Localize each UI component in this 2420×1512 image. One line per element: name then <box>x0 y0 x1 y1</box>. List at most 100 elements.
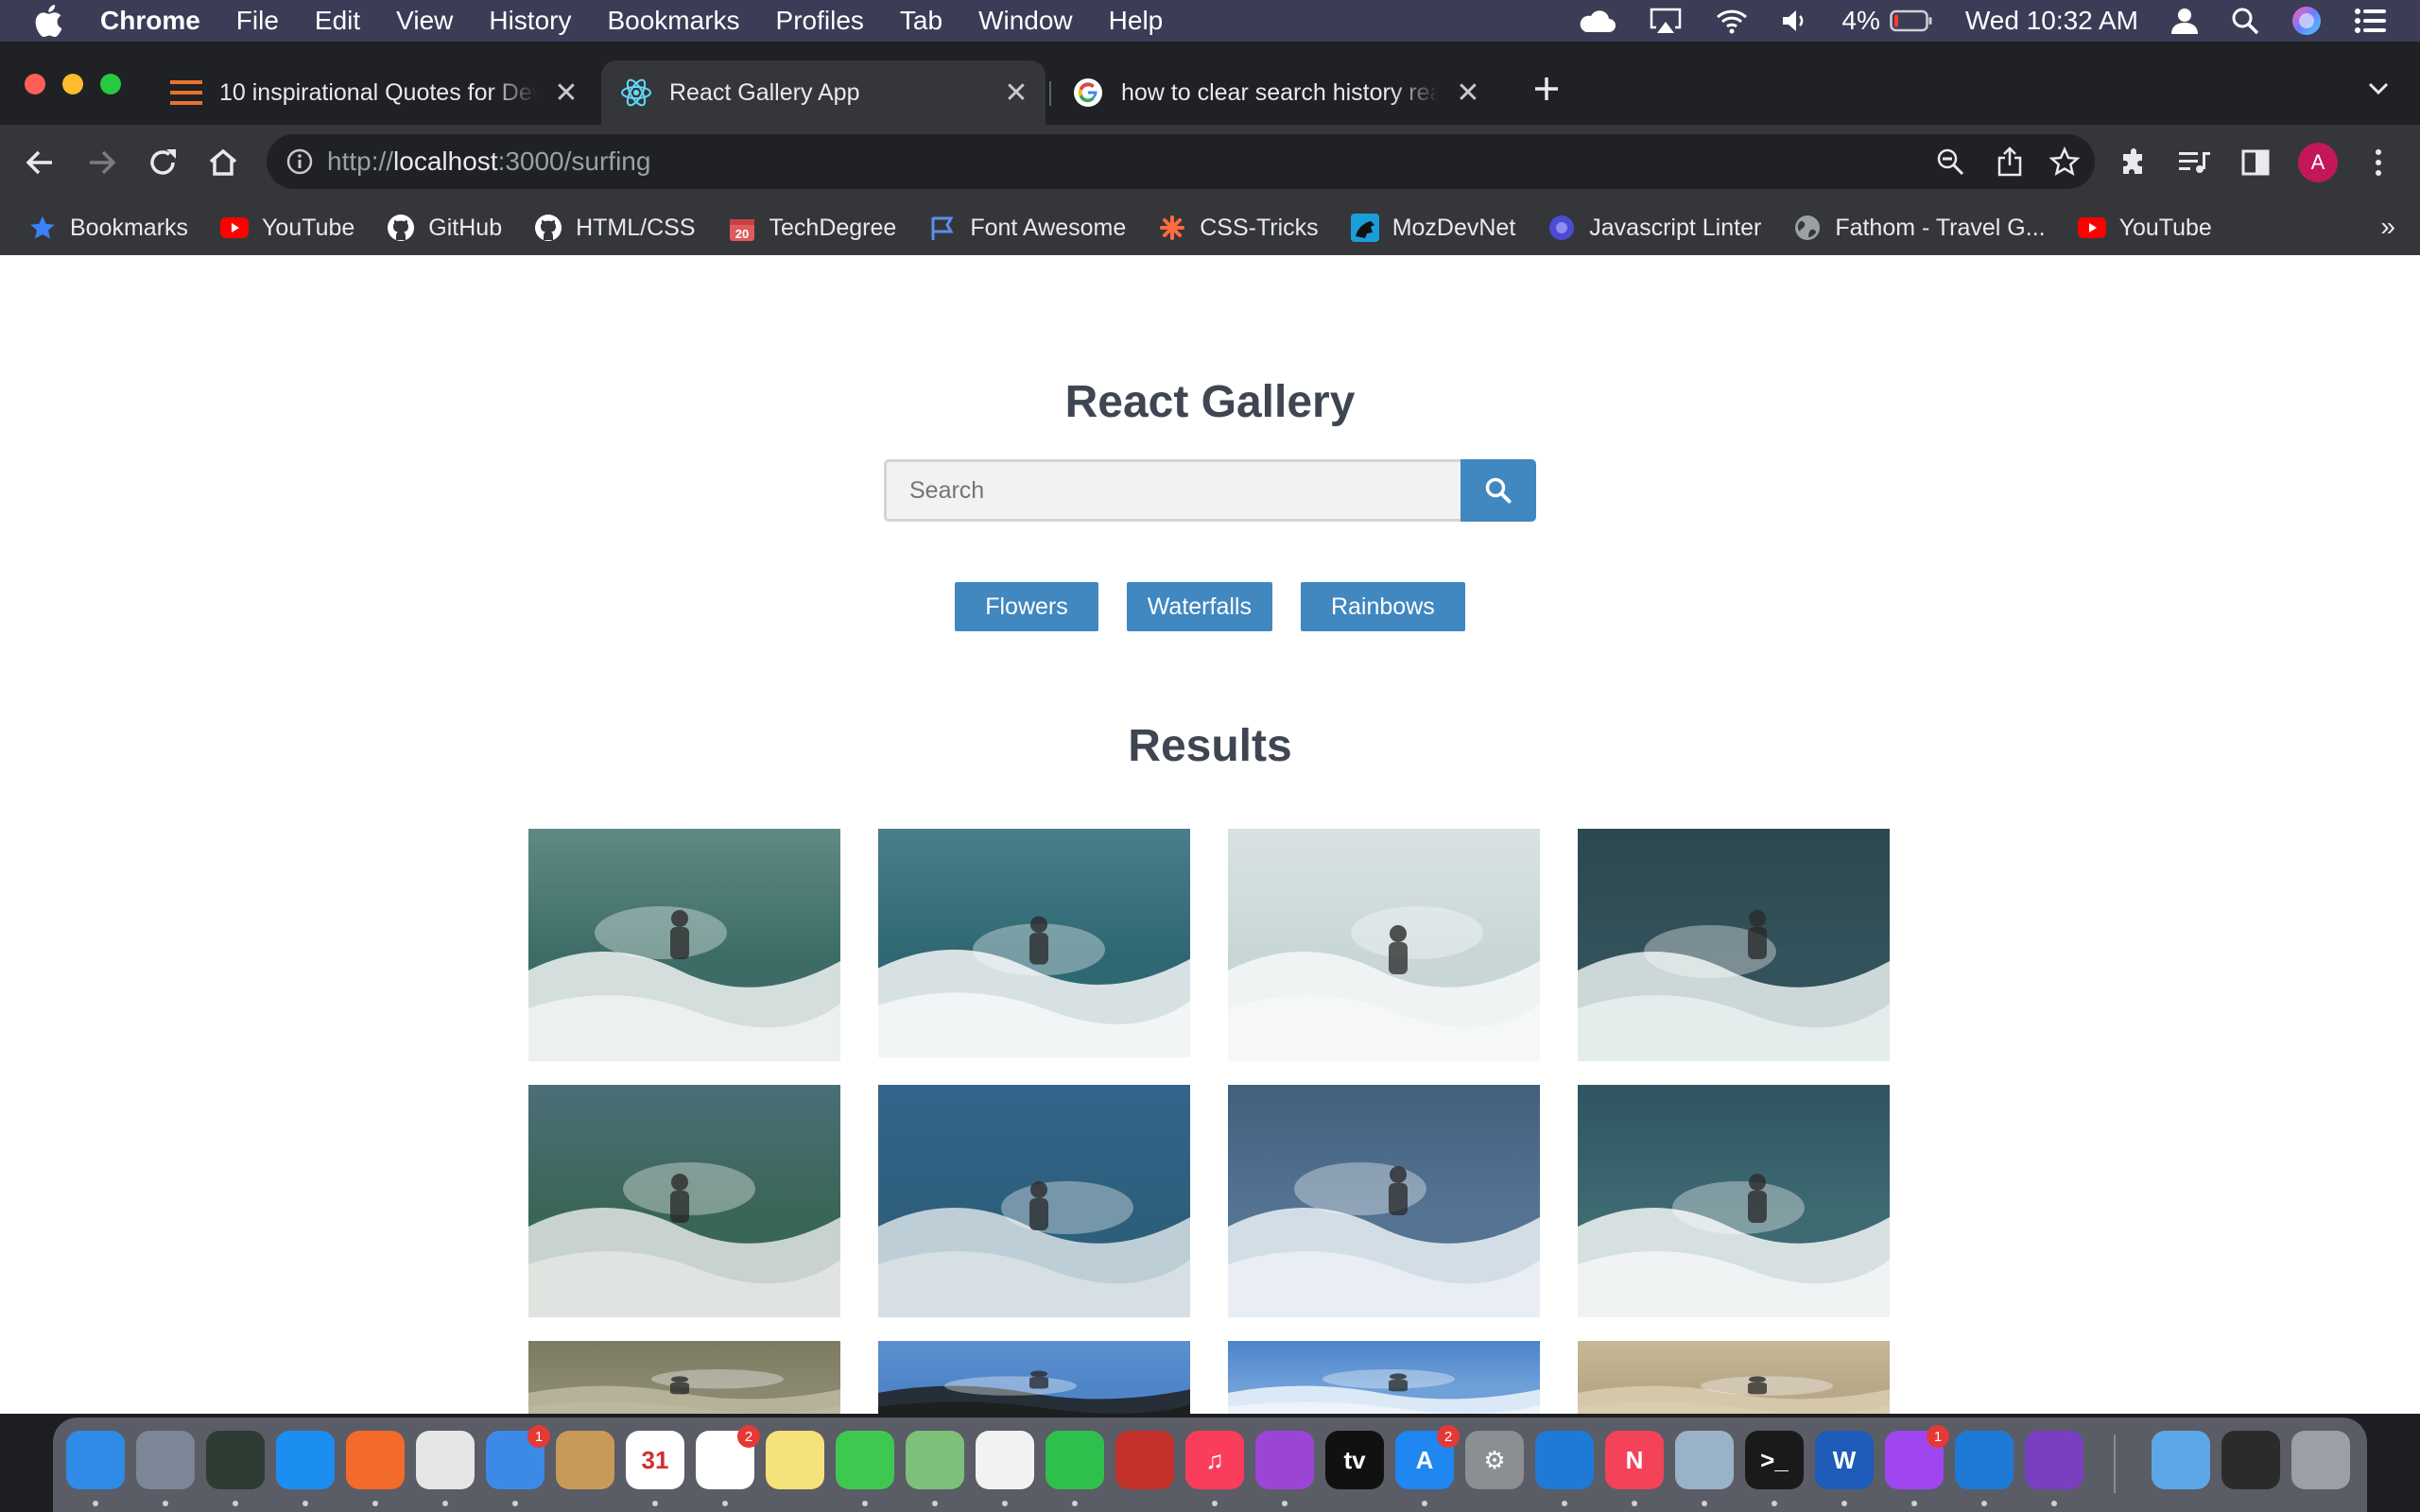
vscode-icon[interactable] <box>1535 1431 1594 1489</box>
battery-icon[interactable] <box>1890 9 1933 32</box>
menu-file[interactable]: File <box>236 6 279 36</box>
bookmark-youtube-2[interactable]: YouTube <box>2077 214 2212 242</box>
activity-monitor-icon[interactable] <box>2221 1431 2280 1489</box>
firefox-icon[interactable] <box>346 1431 405 1489</box>
trash-icon[interactable] <box>2291 1431 2350 1489</box>
mail-icon[interactable]: 1 <box>486 1425 550 1489</box>
forward-icon[interactable] <box>81 142 123 183</box>
messenger-icon[interactable]: 1 <box>1885 1425 1949 1489</box>
gallery-photo-blue-sky-clouds-horizon[interactable] <box>1228 1341 1540 1414</box>
system-preferences-icon[interactable]: ⚙ <box>1465 1431 1524 1489</box>
gallery-photo-surfer-blue-peeling-wave[interactable] <box>878 1085 1190 1317</box>
messages-icon[interactable] <box>836 1431 894 1489</box>
finder-icon[interactable] <box>66 1431 125 1489</box>
gallery-photo-surfer-carving-white-water[interactable] <box>528 829 840 1061</box>
media-queue-icon[interactable] <box>2174 142 2216 183</box>
music-icon[interactable]: ♫ <box>1185 1431 1244 1489</box>
vscode-insiders-icon[interactable] <box>1955 1431 2014 1489</box>
tab-react-gallery[interactable]: React Gallery App ✕ <box>601 60 1046 125</box>
window-close-button[interactable] <box>25 74 45 94</box>
calendar-icon[interactable]: 31 <box>626 1431 684 1489</box>
bookmark-bookmarks[interactable]: Bookmarks <box>28 214 188 242</box>
menu-help[interactable]: Help <box>1109 6 1164 36</box>
back-icon[interactable] <box>19 142 60 183</box>
bookmark-javascript-linter[interactable]: Javascript Linter <box>1547 214 1761 242</box>
menu-edit[interactable]: Edit <box>315 6 360 36</box>
gallery-photo-surfer-green-barrel[interactable] <box>528 1085 840 1317</box>
photos-icon[interactable] <box>976 1431 1034 1489</box>
airplay-icon[interactable] <box>1649 7 1683 35</box>
user-icon[interactable] <box>2170 7 2199 35</box>
address-bar[interactable]: http://localhost:3000/surfing <box>267 134 2095 189</box>
menu-app-name[interactable]: Chrome <box>100 6 200 36</box>
tab-close-icon[interactable]: ✕ <box>1000 77 1032 109</box>
menu-history[interactable]: History <box>489 6 571 36</box>
new-tab-button[interactable] <box>1526 68 1567 110</box>
tab-search-chevron-down-icon[interactable] <box>2358 68 2399 110</box>
word-icon[interactable]: W <box>1815 1431 1874 1489</box>
spotlight-search-icon[interactable] <box>2231 7 2259 35</box>
volume-icon[interactable] <box>1781 8 1809 34</box>
nav-waterfalls-button[interactable]: Waterfalls <box>1126 582 1272 631</box>
home-icon[interactable] <box>202 142 244 183</box>
window-zoom-button[interactable] <box>100 74 121 94</box>
apple-menu-icon[interactable] <box>34 5 72 37</box>
news-icon[interactable]: N <box>1605 1431 1664 1489</box>
app-store-icon[interactable]: A2 <box>1395 1425 1460 1489</box>
weather-cloud-icon[interactable] <box>1577 8 1616 34</box>
menu-tab[interactable]: Tab <box>900 6 942 36</box>
contacts-icon[interactable] <box>556 1431 614 1489</box>
tab-quotes[interactable]: 10 inspirational Quotes for Developers ✕ <box>151 60 596 125</box>
bookmark-techdegree[interactable]: 20 TechDegree <box>728 214 896 242</box>
bookmarks-overflow-icon[interactable]: » <box>2380 212 2395 242</box>
control-center-icon[interactable] <box>2354 8 2388 34</box>
address-url[interactable]: http://localhost:3000/surfing <box>327 146 650 177</box>
menu-window[interactable]: Window <box>978 6 1073 36</box>
notes-icon[interactable] <box>766 1431 824 1489</box>
photo-booth-icon[interactable] <box>1115 1431 1174 1489</box>
gallery-photo-surf-memorial-plaque[interactable] <box>528 1341 840 1414</box>
site-info-icon[interactable] <box>285 147 314 176</box>
extensions-icon[interactable] <box>2114 142 2155 183</box>
gallery-photo-surfer-pink-board-spray[interactable] <box>1228 1085 1540 1317</box>
search-input[interactable] <box>884 459 1461 522</box>
terminal-icon[interactable]: >_ <box>1745 1431 1804 1489</box>
podcasts-icon[interactable] <box>1255 1431 1314 1489</box>
gallery-photo-surfer-orange-shorts-turn[interactable] <box>878 829 1190 1057</box>
gallery-photo-sunset-birds-sky[interactable] <box>1578 1341 1890 1414</box>
mission-control-icon[interactable] <box>206 1431 265 1489</box>
nav-rainbows-button[interactable]: Rainbows <box>1300 582 1465 631</box>
bookmark-star-icon[interactable] <box>2049 146 2080 177</box>
gallery-photo-distant-surfer-lined-waves[interactable] <box>1578 829 1890 1061</box>
preview-icon[interactable] <box>1675 1431 1734 1489</box>
more-menu-icon[interactable] <box>2358 142 2399 183</box>
share-icon[interactable] <box>1996 146 2023 177</box>
chrome-icon[interactable] <box>416 1431 475 1489</box>
gallery-photo-volleyball-net-sky[interactable] <box>878 1341 1190 1414</box>
nav-flowers-button[interactable]: Flowers <box>955 582 1098 631</box>
tab-close-icon[interactable]: ✕ <box>1452 77 1484 109</box>
gallery-photo-surfer-falling-spray[interactable] <box>1228 829 1540 1061</box>
facetime-icon[interactable] <box>1046 1431 1104 1489</box>
reminders-icon[interactable]: 2 <box>696 1425 760 1489</box>
bookmark-github[interactable]: GitHub <box>387 214 502 242</box>
safari-icon[interactable] <box>276 1431 335 1489</box>
gallery-photo-surfer-checker-shirt-rainbow-board[interactable] <box>1578 1085 1890 1317</box>
menu-bookmarks[interactable]: Bookmarks <box>607 6 739 36</box>
maps-icon[interactable] <box>906 1431 964 1489</box>
downloads-folder-icon[interactable] <box>2152 1431 2210 1489</box>
siri-icon[interactable] <box>2291 6 2322 36</box>
bookmark-html-css[interactable]: HTML/CSS <box>534 214 696 242</box>
tab-google-search[interactable]: how to clear search history real ✕ <box>1053 60 1497 125</box>
menu-profiles[interactable]: Profiles <box>776 6 864 36</box>
profile-avatar[interactable]: A <box>2297 142 2339 183</box>
bookmark-youtube[interactable]: YouTube <box>220 214 354 242</box>
side-panel-icon[interactable] <box>2235 142 2276 183</box>
launchpad-icon[interactable] <box>136 1431 195 1489</box>
github-desktop-icon[interactable] <box>2025 1431 2083 1489</box>
tab-close-icon[interactable]: ✕ <box>550 77 582 109</box>
menu-view[interactable]: View <box>396 6 453 36</box>
clock[interactable]: Wed 10:32 AM <box>1965 6 2138 36</box>
bookmark-css-tricks[interactable]: CSS-Tricks <box>1158 214 1319 242</box>
search-button[interactable] <box>1461 459 1536 522</box>
